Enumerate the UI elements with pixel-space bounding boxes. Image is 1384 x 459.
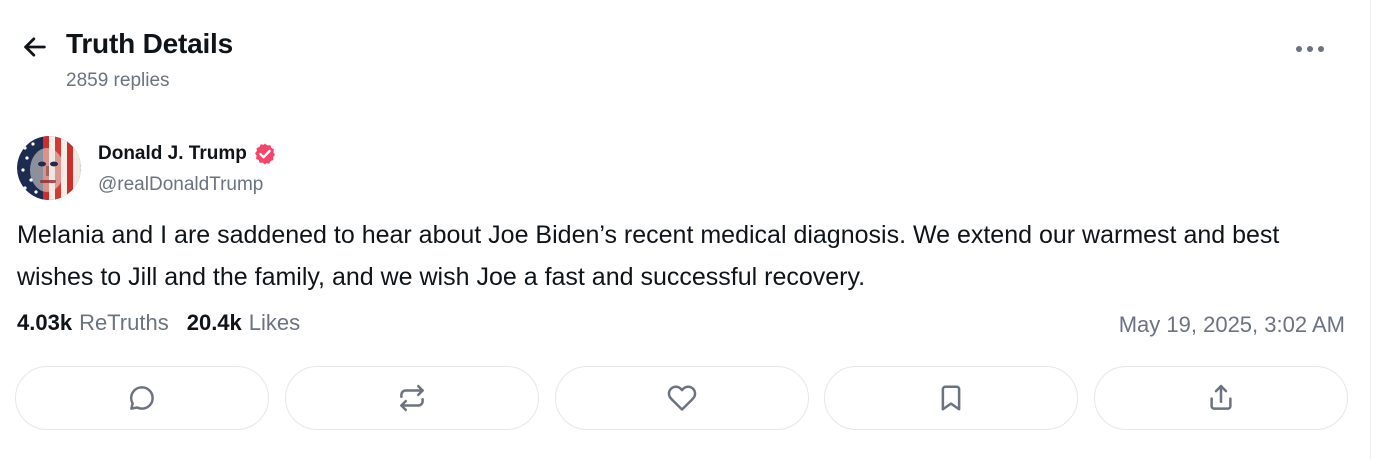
arrow-left-icon <box>24 37 46 57</box>
page-right-divider <box>1370 0 1371 459</box>
likes-stat[interactable]: 20.4k Likes <box>187 310 300 336</box>
likes-label: Likes <box>248 310 301 335</box>
author-handle[interactable]: @realDonaldTrump <box>98 174 263 196</box>
likes-count: 20.4k <box>186 310 242 335</box>
retruths-count: 4.03k <box>17 310 73 335</box>
comment-icon <box>129 386 154 410</box>
more-horizontal-icon <box>1296 46 1324 52</box>
share-icon <box>1210 384 1232 410</box>
avatar[interactable] <box>17 136 81 200</box>
bookmark-button[interactable] <box>824 366 1078 430</box>
bookmark-icon <box>941 385 961 411</box>
page-header: Truth Details 2859 replies <box>0 0 1370 110</box>
author-name-row: Donald J. Trump <box>98 140 277 168</box>
author-name[interactable]: Donald J. Trump <box>98 143 247 165</box>
retruth-button[interactable] <box>285 366 539 430</box>
more-options-button[interactable] <box>1288 34 1332 64</box>
reply-button[interactable] <box>15 366 269 430</box>
heart-icon <box>667 385 697 411</box>
retruths-stat[interactable]: 4.03k ReTruths <box>17 310 169 336</box>
post-text: Melania and I are saddened to hear about… <box>17 221 1280 291</box>
share-button[interactable] <box>1094 366 1348 430</box>
like-button[interactable] <box>555 366 809 430</box>
page-title: Truth Details <box>66 28 233 59</box>
repost-icon <box>400 384 424 412</box>
back-button[interactable] <box>18 30 52 64</box>
verified-badge-icon <box>253 142 277 166</box>
post-timestamp: May 19, 2025, 3:02 AM <box>1118 312 1345 337</box>
post-stats: 4.03k ReTruths 20.4k Likes <box>17 310 300 336</box>
retruths-label: ReTruths <box>79 310 169 335</box>
avatar-image <box>17 136 81 200</box>
action-bar <box>15 366 1349 432</box>
replies-count: 2859 replies <box>66 70 170 91</box>
